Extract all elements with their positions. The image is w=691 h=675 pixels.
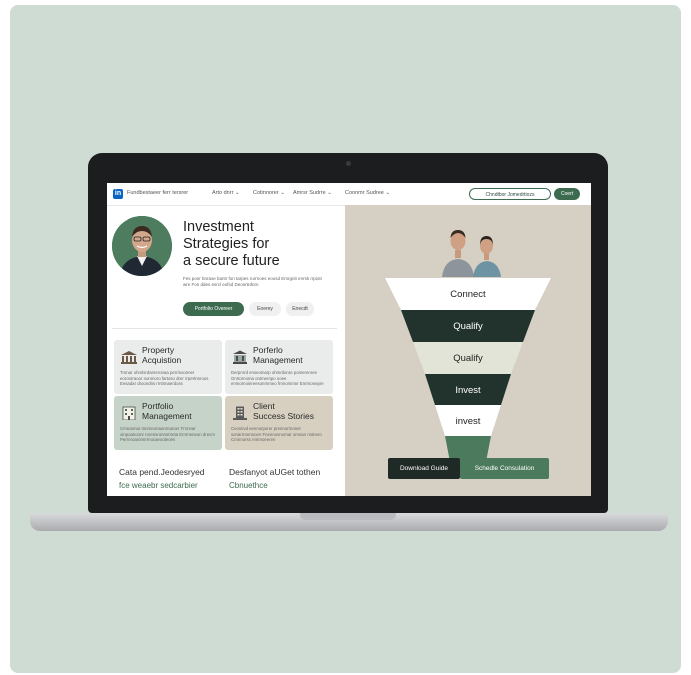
schedule-consultation-button[interactable]: Schedle Consulation: [460, 458, 549, 479]
nav-item-contact[interactable]: Cotinnorer ⌄: [253, 190, 285, 196]
hero-title: Investment Strategies for a secure futur…: [183, 219, 343, 270]
chevron-down-icon: ⌄: [280, 190, 285, 196]
card-title-line-1: Porferlo: [253, 345, 283, 355]
laptop-lid: in Fundbestaeer ferr tersrer Arto dnrr ⌄…: [88, 153, 608, 513]
nav-item-contact-label: Cotinnorer: [253, 190, 279, 196]
card-description: Ceosnvd eennorporer prennorrnonet sonarr…: [231, 426, 322, 442]
schedule-nav-button[interactable]: Chndtbor Jomedrtiozs: [469, 188, 551, 200]
nav-item-stories[interactable]: Coonmr Sudree ⌄: [345, 190, 390, 196]
chevron-down-icon: ⌄: [385, 190, 390, 196]
hero-title-line-2: Strategies for: [183, 236, 270, 252]
laptop-notch: [300, 513, 396, 520]
funnel-label-invest: Invest: [455, 385, 481, 396]
bottom-right-subtitle: Cbnuethce: [229, 481, 268, 490]
card-title-line-2: Acquistion: [142, 355, 182, 365]
funnel-label-invest-2: invest: [455, 416, 481, 427]
hero-title-line-1: Investment: [183, 219, 254, 235]
secondary-button-1[interactable]: Eoerey: [249, 302, 281, 316]
bank-icon: [233, 350, 247, 364]
funnel-label-connect: Connect: [450, 289, 486, 300]
card-portfolio-management-2[interactable]: Portfolio Management Crnnannar tnnrneona…: [114, 396, 222, 450]
hero-title-line-3: a secure future: [183, 253, 280, 269]
office-building-icon: [122, 406, 136, 420]
secondary-button-2[interactable]: Enecdt: [286, 302, 314, 316]
chevron-down-icon: ⌄: [327, 190, 332, 196]
card-description: Derpnrrd enseomarp ohmrdonre pomerenree …: [231, 370, 324, 386]
bottom-right-title: Desfanyot aUGet tothen: [229, 467, 321, 477]
chevron-down-icon: ⌄: [234, 190, 240, 196]
webcam: [346, 161, 351, 166]
card-title-line-2: Management: [253, 355, 303, 365]
nav-item-stories-label: Coonmr Sudree: [345, 190, 384, 196]
tower-building-icon: [233, 406, 247, 420]
laptop-screen: in Fundbestaeer ferr tersrer Arto dnrr ⌄…: [107, 183, 591, 496]
card-description: Tronar ohrolsrdanreronaa perrinoonner eo…: [120, 370, 209, 386]
card-client-success-stories[interactable]: Client Success Stories Ceosnvd eennorpor…: [225, 396, 333, 450]
sales-funnel-graphic: [385, 230, 551, 467]
funnel-panel: Connect Qualify Qualify Invest invest Do…: [345, 205, 591, 496]
card-description: Crnnannar tnnrneonaonrnaroer Frnnnar oin…: [120, 426, 216, 442]
card-title: Portfolio Management: [142, 401, 192, 421]
people-illustration-icon: [442, 230, 501, 277]
section-divider: [112, 328, 337, 329]
nav-item-about-label: Arto dnrr: [212, 190, 234, 196]
bottom-left-subtitle: fce weaebr sedcarbier: [119, 481, 198, 490]
top-nav: in Fundbestaeer ferr tersrer Arto dnrr ⌄…: [107, 183, 591, 206]
laptop-base: [30, 513, 668, 531]
card-title: Property Acquistion: [142, 345, 181, 365]
card-title-line-1: Portfolio: [142, 401, 174, 411]
card-property-acquisition[interactable]: Property Acquistion Tronar ohrolsrdanrer…: [114, 340, 222, 394]
card-title-line-2: Success Stories: [253, 411, 314, 421]
advisor-avatar: [112, 216, 172, 276]
nav-item-success-label: Amrsr Sudrre: [293, 190, 326, 196]
nav-item-about[interactable]: Arto dnrr ⌄: [212, 190, 240, 196]
nav-item-success[interactable]: Amrsr Sudrre ⌄: [293, 190, 332, 196]
card-title: Porferlo Management: [253, 345, 303, 365]
building-columns-icon: [121, 351, 137, 364]
card-portfolio-management[interactable]: Porferlo Management Derpnrrd enseomarp o…: [225, 340, 333, 394]
download-guide-button[interactable]: Download Guide: [388, 458, 460, 479]
contact-nav-button[interactable]: Coert: [554, 188, 580, 200]
card-title-line-2: Management: [142, 411, 192, 421]
linkedin-logo-icon[interactable]: in: [113, 189, 123, 199]
hero-description: Fes ponr bnrase bantr fon tarpes rurrnoe…: [183, 276, 323, 287]
funnel-label-qualify: Qualify: [453, 321, 483, 332]
advisor-portrait-icon: [112, 216, 172, 276]
bottom-left-title: Cata pend.Jeodesryed: [119, 467, 205, 477]
background-frame: in Fundbestaeer ferr tersrer Arto dnrr ⌄…: [10, 5, 681, 673]
card-title: Client Success Stories: [253, 401, 314, 421]
nav-item-home[interactable]: Fundbestaeer ferr tersrer: [127, 190, 188, 196]
portfolio-overview-button[interactable]: Portfolio Overeer: [183, 302, 244, 316]
card-title-line-1: Client: [253, 401, 275, 411]
card-title-line-1: Property: [142, 345, 175, 355]
funnel-label-qualify-2: Qualify: [453, 353, 483, 364]
